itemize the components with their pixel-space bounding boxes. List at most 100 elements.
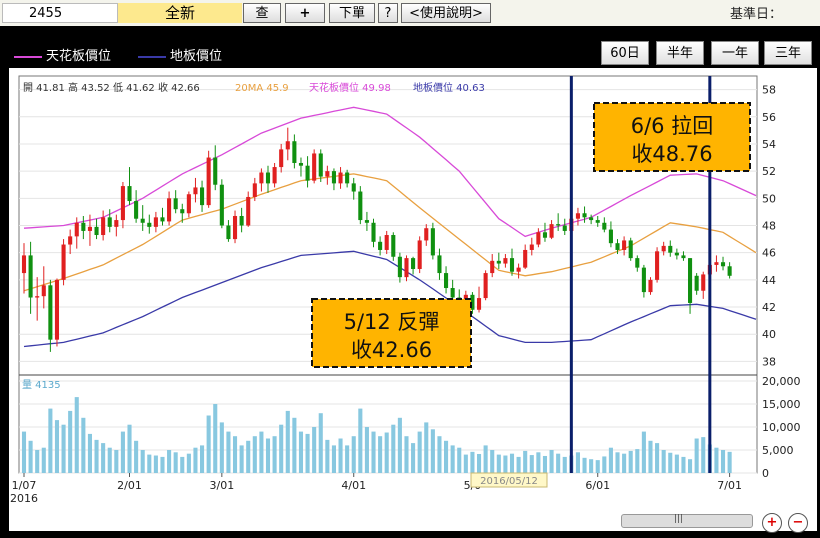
candle-body [575,213,580,219]
candle-body [160,217,165,222]
candle-body [648,279,653,293]
range-half-year-button[interactable]: 半年 [656,41,704,65]
volume-bar [107,447,112,473]
volume-bar [358,408,363,473]
candle-body [325,171,330,177]
candle-body [94,226,99,236]
date-tick-label: 3/01 [209,479,234,492]
candle-body [523,249,528,268]
price-tick-label: 42 [762,301,776,314]
volume-bar [35,450,40,473]
volume-bar [575,452,580,473]
volume-bar [232,436,238,473]
volume-bar [41,447,46,473]
volume-bar [239,445,244,473]
candle-body [430,228,435,256]
candle-body [549,224,554,238]
volume-bar [134,440,139,473]
stock-name: 全新 [118,3,242,23]
candle-body [239,215,244,226]
volume-bar [509,453,515,473]
volume-bar [391,424,396,473]
volume-bar [87,433,92,473]
volume-bar [648,440,653,473]
candle-body [279,149,284,168]
volume-bar [714,447,719,473]
candle-body [417,240,422,269]
volume-bar [496,454,501,473]
scroll-grip-icon: ||| [674,514,684,524]
candle-body [246,196,251,226]
manual-button[interactable]: <使用說明> [401,3,491,23]
volume-bar [529,455,534,473]
candle-body [674,252,679,256]
volume-bar [21,431,27,473]
zoom-in-icon[interactable]: + [762,513,782,533]
volume-bar [305,433,310,473]
volume-bar [28,440,33,473]
candle-body [200,187,205,206]
volume-bar [173,452,178,473]
search-button[interactable]: 查 [243,3,281,23]
candle-body [107,217,112,227]
volume-bar [312,427,317,473]
volume-bar [582,457,587,473]
candle-body [351,183,356,192]
order-button[interactable]: 下單 [329,3,375,23]
candle-body [338,172,343,184]
candle-body [681,255,686,259]
candle-body [226,225,231,240]
range-60d-button[interactable]: 60日 [601,41,649,65]
volume-bar [167,450,172,473]
volume-tick-label: 15,000 [762,398,801,411]
candle-body [219,184,224,226]
volume-bar [345,445,350,473]
range-1y-button[interactable]: 一年 [711,41,759,65]
volume-bar [668,452,673,473]
volume-bar [450,445,455,473]
candle-body [509,258,515,272]
volume-bar [476,453,482,473]
callout-title: 5/12 反彈 [344,310,440,334]
candle-body [173,198,178,210]
volume-bar [279,424,284,473]
volume-bar [325,439,330,473]
candle-body [358,191,363,221]
volume-bar [602,456,607,473]
volume-bar [397,417,402,473]
candle-body [628,240,633,259]
range-3y-button[interactable]: 三年 [764,41,812,65]
candle-body [87,226,92,231]
volume-bar [81,417,86,473]
candle-body [68,236,73,245]
volume-bar [635,449,640,473]
horizontal-scrollbar[interactable]: ||| [621,514,753,528]
volume-bar [384,432,389,473]
candle-body [516,267,521,272]
volume-bar [556,453,561,473]
volume-bar [457,447,462,473]
price-tick-label: 50 [762,192,776,205]
volume-bar [523,450,528,473]
candle-body [206,157,211,206]
price-tick-label: 58 [762,84,776,97]
zoom-out-icon[interactable]: − [788,513,808,533]
candle-body [476,298,482,310]
help-button[interactable]: ? [378,3,398,23]
price-axis: 38 40 42 44 46 48 50 52 54 56 58 [762,84,776,369]
volume-bar [364,427,369,473]
volume-bar [503,455,508,473]
callout-close: 收48.76 [631,142,712,166]
ma-readout: 20MA 45.9 [235,83,289,94]
legend-lower: 地板價位 [138,45,222,64]
ohlc-readout: 開 41.81 高 43.52 低 41.62 收 42.66 [23,81,200,94]
candle-body [167,198,172,222]
candle-body [556,224,561,226]
candle-body [265,172,271,184]
volume-bar [655,443,660,473]
add-button[interactable]: + [285,3,325,23]
stock-code-field[interactable]: 2455 [2,3,118,23]
cursor-date-tag: 2016/05/12 [470,472,548,488]
candle-body [345,172,350,184]
price-tick-label: 54 [762,138,776,151]
